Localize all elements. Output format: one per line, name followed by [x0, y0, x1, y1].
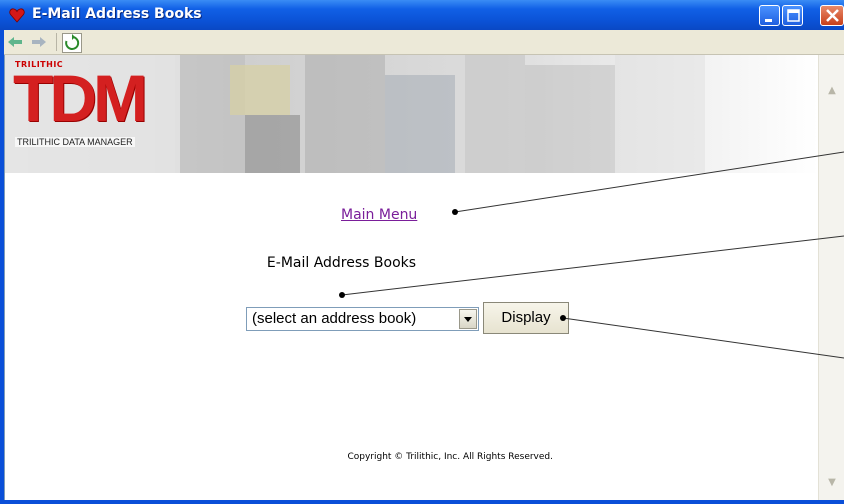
header-banner: TRILITHIC TDM TRILITHIC DATA MANAGER — [5, 55, 819, 173]
minimize-icon — [765, 19, 772, 22]
heart-icon — [9, 8, 25, 23]
window-title: E-Mail Address Books — [32, 6, 202, 22]
maximize-icon — [787, 9, 800, 22]
vertical-scrollbar[interactable]: ▲ ▼ — [818, 55, 844, 500]
refresh-icon[interactable] — [62, 33, 82, 53]
minimize-button[interactable] — [759, 5, 780, 26]
close-icon — [826, 9, 839, 22]
close-button[interactable] — [820, 5, 844, 26]
address-book-select[interactable]: (select an address book) — [246, 307, 479, 331]
chevron-down-icon — [464, 317, 472, 322]
back-arrow-icon[interactable] — [6, 33, 24, 51]
display-button[interactable]: Display — [483, 302, 569, 334]
title-bar[interactable]: E-Mail Address Books — [0, 0, 844, 30]
page-heading: E-Mail Address Books — [266, 255, 417, 271]
tdm-logo: TDM — [13, 61, 148, 135]
main-menu-link[interactable]: Main Menu — [341, 207, 417, 223]
toolbar — [4, 30, 844, 55]
maximize-button[interactable] — [782, 5, 803, 26]
copyright-text: Copyright © Trilithic, Inc. All Rights R… — [347, 452, 553, 462]
logo-subtitle: TRILITHIC DATA MANAGER — [15, 137, 135, 147]
page-content: TRILITHIC TDM TRILITHIC DATA MANAGER Mai… — [4, 55, 819, 500]
dropdown-button[interactable] — [459, 309, 477, 329]
toolbar-separator — [56, 33, 57, 51]
scroll-down-icon[interactable]: ▼ — [823, 475, 841, 491]
scroll-up-icon[interactable]: ▲ — [823, 83, 841, 99]
forward-arrow-icon[interactable] — [30, 33, 48, 51]
select-value: (select an address book) — [252, 310, 417, 327]
app-window: E-Mail Address Books TRILITHIC TDM TRILI… — [0, 0, 844, 504]
